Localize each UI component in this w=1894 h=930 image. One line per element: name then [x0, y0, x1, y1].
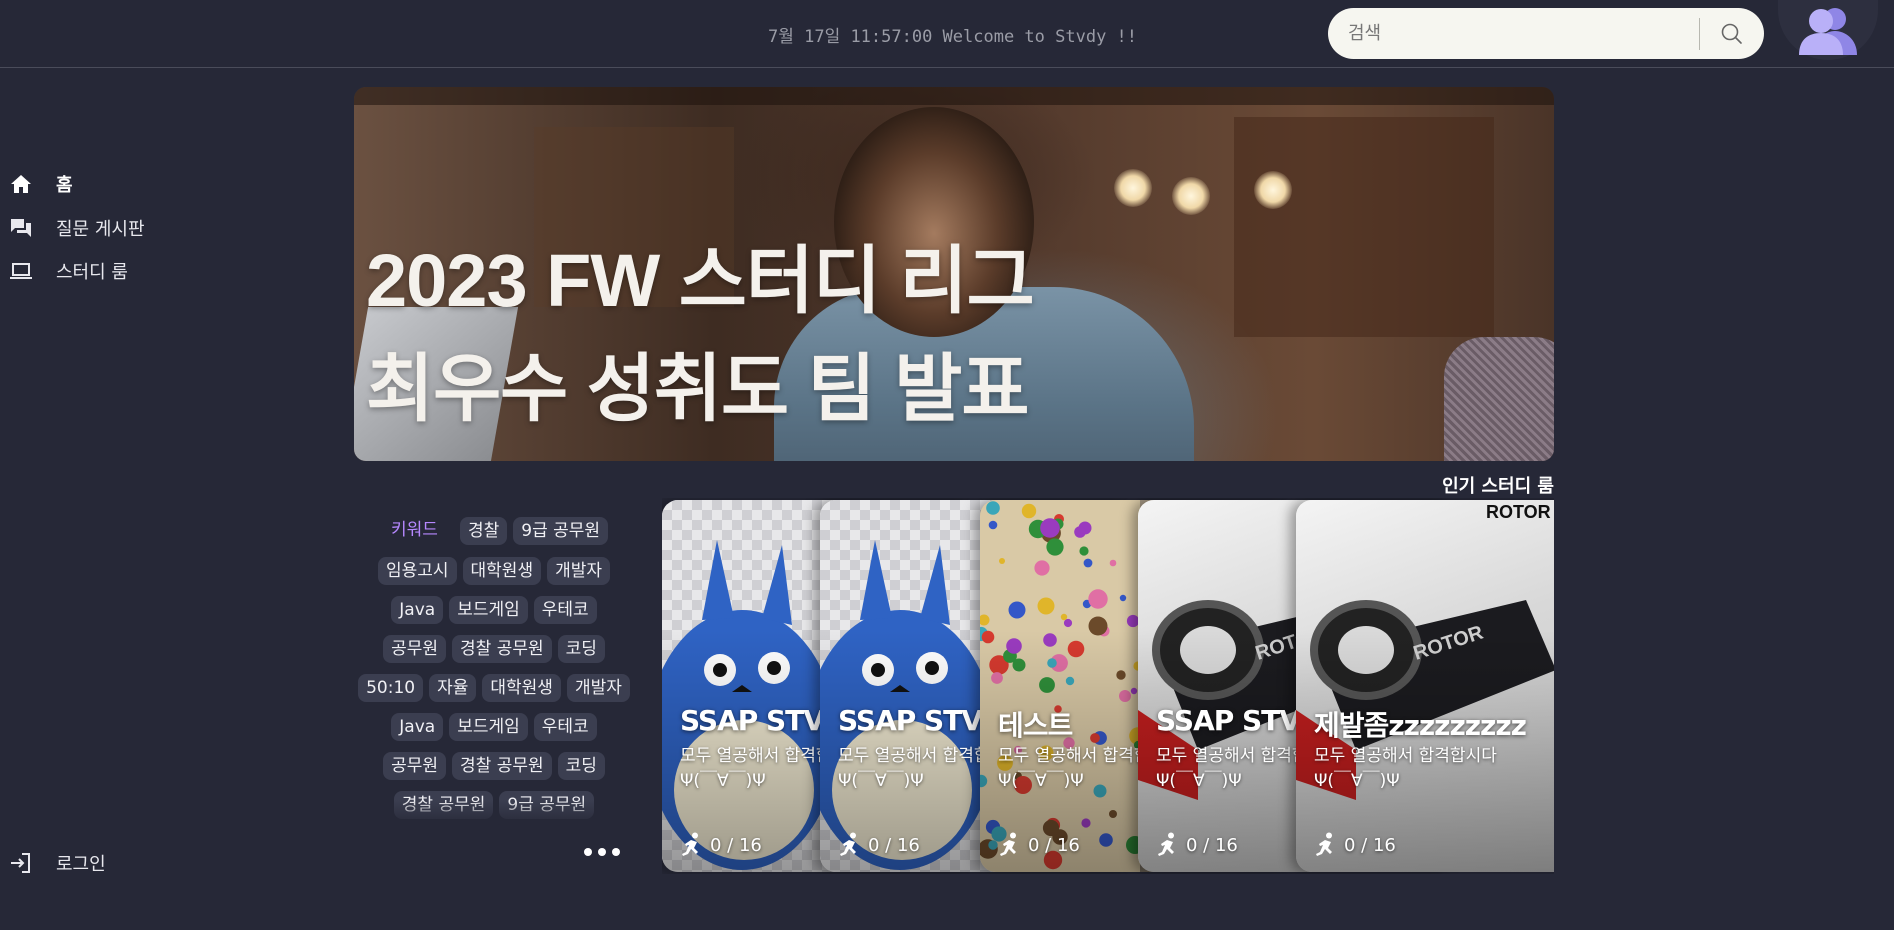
keyword-chip[interactable]: 보드게임: [449, 712, 528, 741]
keyword-chip[interactable]: 9급 공무원: [513, 516, 609, 545]
banner-title-line: 2023 FW 스터디 리그: [366, 239, 1035, 322]
sidebar-item-label: 홈: [56, 175, 73, 196]
runner-icon: [1158, 832, 1174, 856]
room-count-text: 0 / 16: [1344, 834, 1396, 856]
keyword-chip[interactable]: 자율: [429, 673, 477, 702]
keyword-chip[interactable]: Java: [391, 595, 444, 624]
runner-icon: [1000, 832, 1016, 856]
search-input[interactable]: [1328, 8, 1699, 59]
room-count-text: 0 / 16: [1028, 834, 1080, 856]
more-keywords-button[interactable]: [584, 840, 620, 864]
room-member-count: 0 / 16: [1314, 832, 1396, 858]
keyword-chip[interactable]: 우테코: [533, 712, 597, 741]
room-title: 테스트: [998, 709, 1073, 742]
more-dots-icon: [598, 848, 606, 856]
search-button[interactable]: [1700, 8, 1764, 59]
keyword-chip[interactable]: 대학원생: [482, 673, 561, 702]
keyword-cloud: 키워드 경찰 9급 공무원임용고시 대학원생 개발자Java 보드게임 우테코공무원 경찰 …: [354, 510, 634, 840]
room-description: 모두 열공해서 합격합시다 Ψ(￣∀￣)Ψ: [1314, 744, 1497, 794]
search-bar: [1328, 8, 1764, 59]
sidebar-item-study-room[interactable]: 스터디 룸: [8, 256, 128, 286]
keyword-label: 키워드: [390, 520, 438, 540]
more-dots-icon: [584, 848, 592, 856]
keyword-chip[interactable]: 우테코: [533, 595, 597, 624]
keyword-chip[interactable]: 경찰 공무원: [452, 634, 552, 663]
banner-decor: [1234, 117, 1494, 337]
room-description-line: 모두 열공해서 합격합시다: [1314, 746, 1497, 766]
room-title: 제발좀zzzzzzzzz: [1314, 709, 1527, 742]
runner-icon: [840, 832, 856, 856]
sidebar-item-label: 질문 게시판: [56, 219, 145, 240]
room-member-count: 0 / 16: [838, 832, 920, 858]
laptop-icon: [8, 258, 34, 284]
keyword-chip[interactable]: 개발자: [566, 673, 630, 702]
keyword-chip[interactable]: 보드게임: [449, 595, 528, 624]
top-bar: 7월 17일 11:57:00 Welcome to Stvdy !!: [0, 0, 1894, 68]
keyword-fade: [354, 800, 634, 840]
banner-decor: [1172, 177, 1210, 215]
search-icon: [1721, 23, 1742, 44]
home-icon: [8, 171, 34, 197]
room-card-shade: [1296, 500, 1554, 872]
sidebar-item-forum[interactable]: 질문 게시판: [8, 213, 145, 243]
profile-button[interactable]: [1778, 0, 1878, 60]
room-member-count: 0 / 16: [1156, 832, 1238, 858]
sidebar-item-home[interactable]: 홈: [8, 169, 73, 199]
banner-decor: [1254, 171, 1292, 209]
login-label: 로그인: [56, 854, 106, 875]
banner-title: 2023 FW 스터디 리그 최우수 성취도 팀 발표: [366, 227, 1035, 443]
keyword-chip[interactable]: 임용고시: [377, 556, 457, 585]
banner-decor: [1444, 337, 1554, 461]
keyword-chip[interactable]: 코딩: [557, 634, 605, 663]
banner-title-line: 최우수 성취도 팀 발표: [366, 347, 1029, 430]
banner-decor: [1114, 169, 1152, 207]
keyword-chip[interactable]: 공무원: [383, 751, 447, 780]
forum-icon: [8, 215, 34, 241]
room-card[interactable]: ROTORROTOR제발좀zzzzzzzzz모두 열공해서 합격합시다Ψ(￣∀￣…: [1296, 500, 1554, 872]
room-card-list: SSAP STVDY 모두 열공해서 합격합시다 Ψ(￣∀￣)Ψ 0 / 16 SSAP…: [662, 498, 1554, 874]
popular-rooms-title: 인기 스터디 룸: [1442, 476, 1554, 497]
hero-banner[interactable]: 2023 FW 스터디 리그 최우수 성취도 팀 발표: [354, 87, 1554, 461]
keyword-chip[interactable]: 코딩: [557, 751, 605, 780]
runner-icon: [682, 832, 698, 856]
room-member-count: 0 / 16: [998, 832, 1080, 858]
login-button[interactable]: 로그인: [8, 848, 106, 878]
room-count-text: 0 / 16: [1186, 834, 1238, 856]
room-member-count: 0 / 16: [680, 832, 762, 858]
keyword-chip[interactable]: 대학원생: [462, 556, 542, 585]
room-count-text: 0 / 16: [868, 834, 920, 856]
keyword-chip[interactable]: 공무원: [383, 634, 447, 663]
room-count-text: 0 / 16: [710, 834, 762, 856]
keyword-chip[interactable]: 개발자: [547, 556, 611, 585]
banner-decor: [354, 87, 1554, 105]
keyword-chip[interactable]: 경찰: [459, 516, 508, 545]
room-description-line: Ψ(￣∀￣)Ψ: [1314, 771, 1400, 791]
runner-icon: [1316, 832, 1332, 856]
keyword-chip[interactable]: Java: [391, 712, 444, 741]
login-icon: [8, 850, 34, 876]
keyword-chip[interactable]: 50:10: [358, 673, 424, 702]
user-group-icon: [1799, 8, 1857, 55]
keyword-chip[interactable]: 경찰 공무원: [452, 751, 552, 780]
more-dots-icon: [612, 848, 620, 856]
sidebar-item-label: 스터디 룸: [56, 262, 128, 283]
